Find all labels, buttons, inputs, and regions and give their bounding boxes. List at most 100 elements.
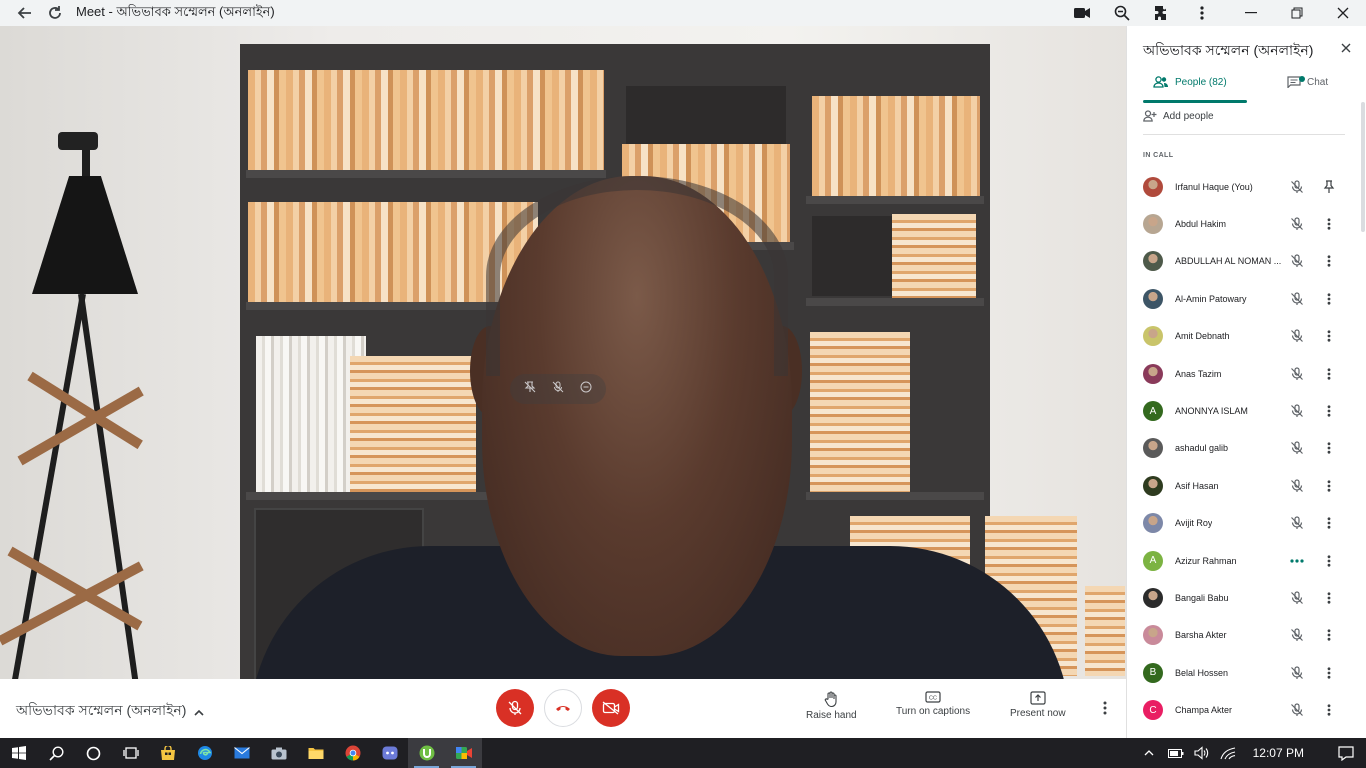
window-title: Meet - অভিভাবক সম্মেলন (অনলাইন)	[76, 3, 275, 19]
meeting-details-toggle[interactable]: অভিভাবক সম্মেলন (অনলাইন)	[16, 699, 204, 723]
unread-dot	[1299, 76, 1305, 82]
leave-call-button[interactable]	[544, 689, 582, 727]
pin-icon[interactable]	[1321, 179, 1337, 195]
more-options-icon[interactable]	[1321, 440, 1337, 456]
participant-list: Irfanul Haque (You) Abdul Hakim ABDULLAH A…	[1127, 168, 1359, 729]
mic-off-icon[interactable]	[552, 380, 564, 398]
camera-off-icon	[602, 701, 620, 715]
close-panel-button[interactable]	[1336, 38, 1356, 58]
more-options-icon[interactable]	[1321, 366, 1337, 382]
camera-app-icon[interactable]	[260, 738, 297, 768]
more-options-icon[interactable]	[1321, 253, 1337, 269]
participant-row[interactable]: ashadul galib	[1127, 430, 1359, 467]
battery-icon[interactable]	[1163, 738, 1189, 768]
present-now-button[interactable]: Present now	[1010, 691, 1066, 719]
raise-hand-button[interactable]: Raise hand	[806, 691, 857, 721]
more-options-icon[interactable]	[1321, 216, 1337, 232]
menu-dots-icon[interactable]	[1182, 0, 1222, 26]
more-options-icon[interactable]	[1321, 478, 1337, 494]
participant-row[interactable]: C Champa Akter	[1127, 691, 1359, 728]
more-options-icon[interactable]	[1321, 702, 1337, 718]
volume-icon[interactable]	[1189, 738, 1215, 768]
camera-toggle-button[interactable]	[592, 689, 630, 727]
more-options-icon[interactable]	[1321, 403, 1337, 419]
avatar: A	[1143, 401, 1163, 422]
participant-row[interactable]: Barsha Akter	[1127, 617, 1359, 654]
wifi-icon[interactable]	[1215, 738, 1241, 768]
more-options-icon[interactable]	[1321, 665, 1337, 681]
mic-off-icon	[1289, 403, 1305, 419]
more-options-icon[interactable]	[1098, 701, 1112, 717]
chrome-icon[interactable]	[334, 738, 371, 768]
participant-row[interactable]: ABDULLAH AL NOMAN ...	[1127, 243, 1359, 280]
tab-people[interactable]: People (82)	[1153, 76, 1227, 88]
participant-row[interactable]: Anas Tazim	[1127, 355, 1359, 392]
system-tray: 12:07 PM	[1135, 738, 1366, 768]
notifications-icon[interactable]	[1326, 738, 1366, 768]
section-label: IN CALL	[1143, 152, 1174, 159]
participant-row[interactable]: Avijit Roy	[1127, 505, 1359, 542]
store-icon[interactable]	[149, 738, 186, 768]
utorrent-icon[interactable]	[408, 738, 445, 768]
more-options-icon[interactable]	[1321, 627, 1337, 643]
microphone-toggle-button[interactable]	[496, 689, 534, 727]
avatar	[1143, 513, 1163, 534]
tile-overlay-controls	[510, 374, 606, 404]
participant-row[interactable]: Abdul Hakim	[1127, 205, 1359, 242]
mic-off-icon	[1289, 216, 1305, 232]
task-view-icon[interactable]	[112, 738, 149, 768]
participant-row[interactable]: B Belal Hossen	[1127, 654, 1359, 691]
participant-row[interactable]: A Azizur Rahman	[1127, 542, 1359, 579]
windows-start-icon[interactable]	[0, 738, 38, 768]
present-label: Present now	[1010, 708, 1066, 719]
close-window-button[interactable]	[1320, 0, 1366, 26]
mic-off-icon	[1289, 702, 1305, 718]
participant-row[interactable]: Asif Hasan	[1127, 467, 1359, 504]
more-options-icon[interactable]	[1321, 328, 1337, 344]
participant-name: Barsha Akter	[1175, 630, 1227, 641]
more-options-icon[interactable]	[1321, 553, 1337, 569]
participant-name: Abdul Hakim	[1175, 219, 1227, 230]
participant-row[interactable]: Bangali Babu	[1127, 579, 1359, 616]
minimize-button[interactable]	[1228, 0, 1274, 26]
file-explorer-icon[interactable]	[297, 738, 334, 768]
mic-off-icon	[1289, 440, 1305, 456]
camera-icon[interactable]	[1062, 0, 1102, 26]
more-options-icon[interactable]	[1321, 590, 1337, 606]
participant-name: Irfanul Haque (You)	[1175, 181, 1253, 192]
panel-tabs: People (82) Chat	[1127, 70, 1359, 103]
extensions-icon[interactable]	[1142, 0, 1182, 26]
avatar	[1143, 176, 1163, 197]
back-arrow-icon[interactable]	[10, 0, 40, 26]
more-options-icon[interactable]	[1321, 515, 1337, 531]
remove-icon[interactable]	[580, 380, 592, 398]
restore-button[interactable]	[1274, 0, 1320, 26]
edge-browser-icon[interactable]	[186, 738, 223, 768]
panel-scrollbar[interactable]	[1361, 102, 1365, 232]
reload-icon[interactable]	[40, 0, 70, 26]
google-meet-taskbar-icon[interactable]	[445, 738, 482, 768]
zoom-icon[interactable]	[1102, 0, 1142, 26]
pin-off-icon[interactable]	[524, 380, 536, 398]
more-options-icon[interactable]	[1321, 291, 1337, 307]
captions-button[interactable]: CC Turn on captions	[896, 691, 970, 717]
clock[interactable]: 12:07 PM	[1253, 746, 1304, 760]
mic-off-icon	[1289, 515, 1305, 531]
chevron-up-icon[interactable]	[1135, 738, 1163, 768]
mail-icon[interactable]	[223, 738, 260, 768]
participant-row[interactable]: Al-Amin Patowary	[1127, 280, 1359, 317]
search-icon[interactable]	[38, 738, 75, 768]
participant-row[interactable]: A ANONNYA ISLAM	[1127, 392, 1359, 429]
participant-row[interactable]: Amit Debnath	[1127, 318, 1359, 355]
add-people-label: Add people	[1163, 110, 1214, 122]
add-people-button[interactable]: Add people	[1143, 110, 1214, 122]
discord-icon[interactable]	[371, 738, 408, 768]
hang-up-icon	[556, 706, 570, 711]
participant-row[interactable]: Irfanul Haque (You)	[1127, 168, 1359, 205]
mic-off-icon	[508, 700, 522, 715]
mic-off-icon	[1289, 253, 1305, 269]
main-video-tile[interactable]	[0, 26, 1126, 679]
close-icon	[1341, 43, 1351, 53]
tab-chat[interactable]: Chat	[1287, 76, 1328, 88]
cortana-icon[interactable]	[75, 738, 112, 768]
